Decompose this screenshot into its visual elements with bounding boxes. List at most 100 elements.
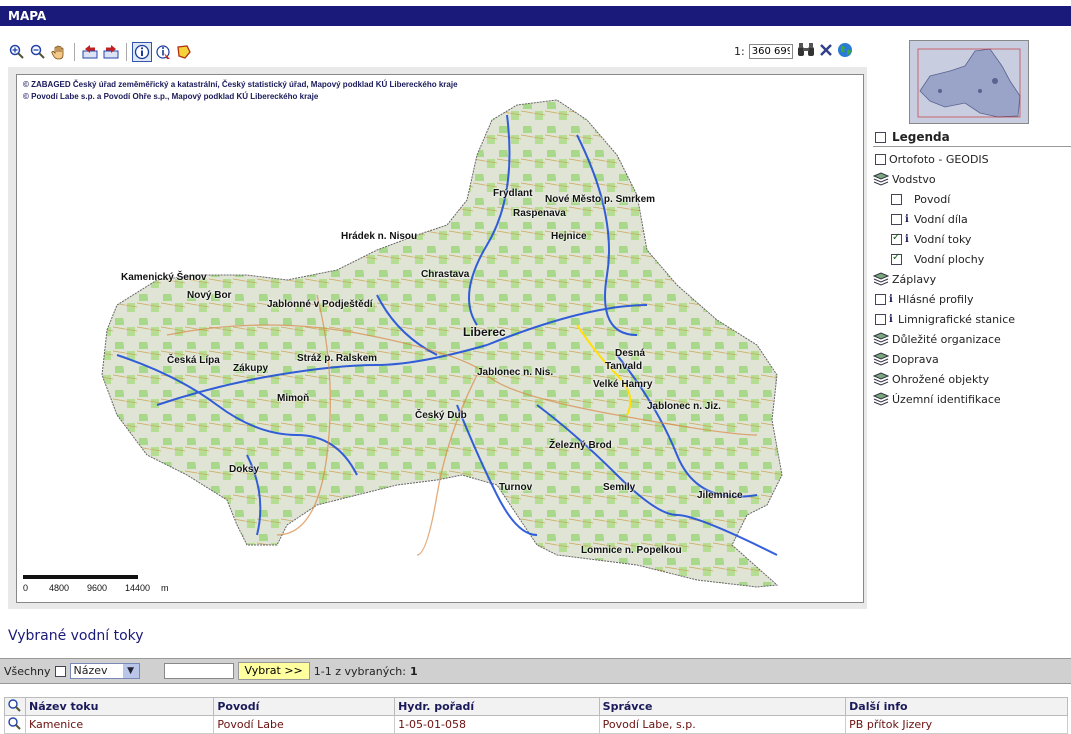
column-header[interactable]: Povodí [213,697,396,716]
layer-checkbox[interactable] [875,153,886,165]
layers-icon [873,392,889,406]
column-header[interactable]: Název toku [24,697,215,716]
overview-map[interactable] [909,40,1029,124]
scale-label: 14400 [125,583,151,593]
layer-checkbox[interactable] [875,313,886,325]
zoom-to-icon [8,699,21,712]
scale-bar-graphic [23,575,138,579]
row-zoom-cell[interactable] [4,715,26,734]
legend-header: Legenda [873,128,1071,147]
city-label: Frýdlant [493,188,533,199]
pan-hand-icon[interactable] [50,43,68,61]
layer-checkbox[interactable] [891,213,902,225]
map-frame: © ZABAGED Český úřad zeměměřický a katas… [8,67,867,609]
city-label: Jablonec n. Nis. [477,367,554,378]
filter-input[interactable] [163,663,234,679]
map-graphic [101,99,783,588]
region-outline [101,99,783,588]
legend-group-organizace[interactable]: Důležité organizace [873,329,1071,349]
legend-checkbox[interactable] [875,131,886,143]
map-canvas[interactable]: © ZABAGED Český úřad zeměměřický a katas… [16,74,864,603]
legend-group-zaplavy[interactable]: Záplavy [873,269,1071,289]
city-label: Nové Město p. Smrkem [545,194,656,205]
city-label: Hejnice [551,231,587,242]
legend-item-povodi: Povodí [873,189,1071,209]
layer-label: Povodí [914,192,951,206]
group-label: Územní identifikace [892,392,1001,406]
column-header[interactable]: Správce [598,697,847,716]
table-header-row: Název toku Povodí Hydr. pořadí Správce D… [4,697,1068,716]
info-icon[interactable]: i [905,234,911,245]
table-cell: Povodí Labe [213,715,396,734]
city-label: Jablonec n. Jiz. [647,401,721,412]
layer-label: Vodní díla [914,212,968,226]
sort-select-value: Název [73,664,108,677]
overview-graphic [917,48,1021,118]
city-label: Semily [603,482,636,493]
table-cell: 1-05-01-058 [394,715,600,734]
scale-input[interactable] [748,44,793,59]
layer-checkbox[interactable] [891,193,902,205]
info-icon[interactable]: i [889,314,895,325]
scale-control: 1: [734,42,853,61]
legend-group-ohrozene[interactable]: Ohrožené objekty [873,369,1071,389]
globe-icon[interactable] [837,42,853,61]
map-scale-bar: 0 4800 9600 14400 m [23,575,188,599]
layer-checkbox[interactable] [891,252,902,265]
legend-item-vodni-dila: i Vodní díla [873,209,1071,229]
results-count: 1 [409,664,418,678]
table-cell: PB přítok Jizery [845,715,1068,734]
info-hover-icon[interactable] [154,43,172,61]
legend-panel: Legenda Ortofoto - GEODIS Vodstvo Povodí… [873,128,1071,409]
select-all-checkbox[interactable] [54,665,66,677]
full-extent-icon[interactable] [102,43,120,61]
select-area-icon[interactable] [175,43,193,61]
select-button[interactable]: Vybrat >> [237,662,310,680]
legend-group-uzemni[interactable]: Územní identifikace [873,389,1071,409]
zoom-to-icon[interactable] [7,716,21,730]
chevron-down-icon: ▼ [122,664,139,678]
header-zoom-cell [4,697,26,716]
scale-label: 9600 [87,583,108,593]
layer-label: Vodní toky [914,232,972,246]
column-header[interactable]: Další info [845,697,1068,716]
city-label: Desná [615,348,646,359]
group-label: Záplavy [892,272,937,286]
copyright-line: © Povodí Labe s.p. a Povodí Ohře s.p., M… [23,92,319,101]
zoom-in-icon[interactable] [8,43,26,61]
column-header[interactable]: Hydr. pořadí [394,697,600,716]
layer-label: Vodní plochy [914,252,985,266]
table-row[interactable]: Kamenice Povodí Labe 1-05-01-058 Povodí … [4,715,1068,734]
map-copyright: © ZABAGED Český úřad zeměměřický a katas… [23,79,458,103]
info-icon[interactable]: i [889,294,895,305]
layers-icon [873,172,889,186]
legend-group-doprava[interactable]: Doprava [873,349,1071,369]
city-label: Doksy [229,464,260,475]
results-count-prefix: 1-1 z vybraných: [313,664,406,678]
city-label: Česká Lípa [167,355,220,366]
results-table: Název toku Povodí Hydr. pořadí Správce D… [4,697,1068,734]
legend-item-ortofoto: Ortofoto - GEODIS [873,149,1071,169]
city-label: Nový Bor [187,290,232,301]
info-tool-icon[interactable] [132,42,152,62]
zoom-out-icon[interactable] [29,43,47,61]
city-label: Tanvald [605,361,643,372]
legend-item-limnigraficke: i Limnigrafické stanice [873,309,1071,329]
search-binoculars-icon[interactable] [797,42,815,61]
layer-checkbox[interactable] [875,293,886,305]
group-label: Doprava [892,352,939,366]
close-icon[interactable] [819,43,833,60]
layer-label: Hlásné profily [898,292,974,306]
table-cell: Povodí Labe, s.p. [598,715,847,734]
legend-group-vodstvo[interactable]: Vodstvo [873,169,1071,189]
previous-extent-icon[interactable] [81,43,99,61]
city-label: Liberec [463,325,506,339]
sort-select[interactable]: Název ▼ [69,663,140,679]
city-label: Kamenický Šenov [121,272,207,283]
group-label: Ohrožené objekty [892,372,990,386]
map-toolbar [8,42,193,62]
city-label: Železný Brod [549,440,612,451]
info-icon[interactable]: i [905,214,911,225]
city-label: Stráž p. Ralskem [297,353,378,364]
layer-checkbox[interactable] [891,232,902,245]
